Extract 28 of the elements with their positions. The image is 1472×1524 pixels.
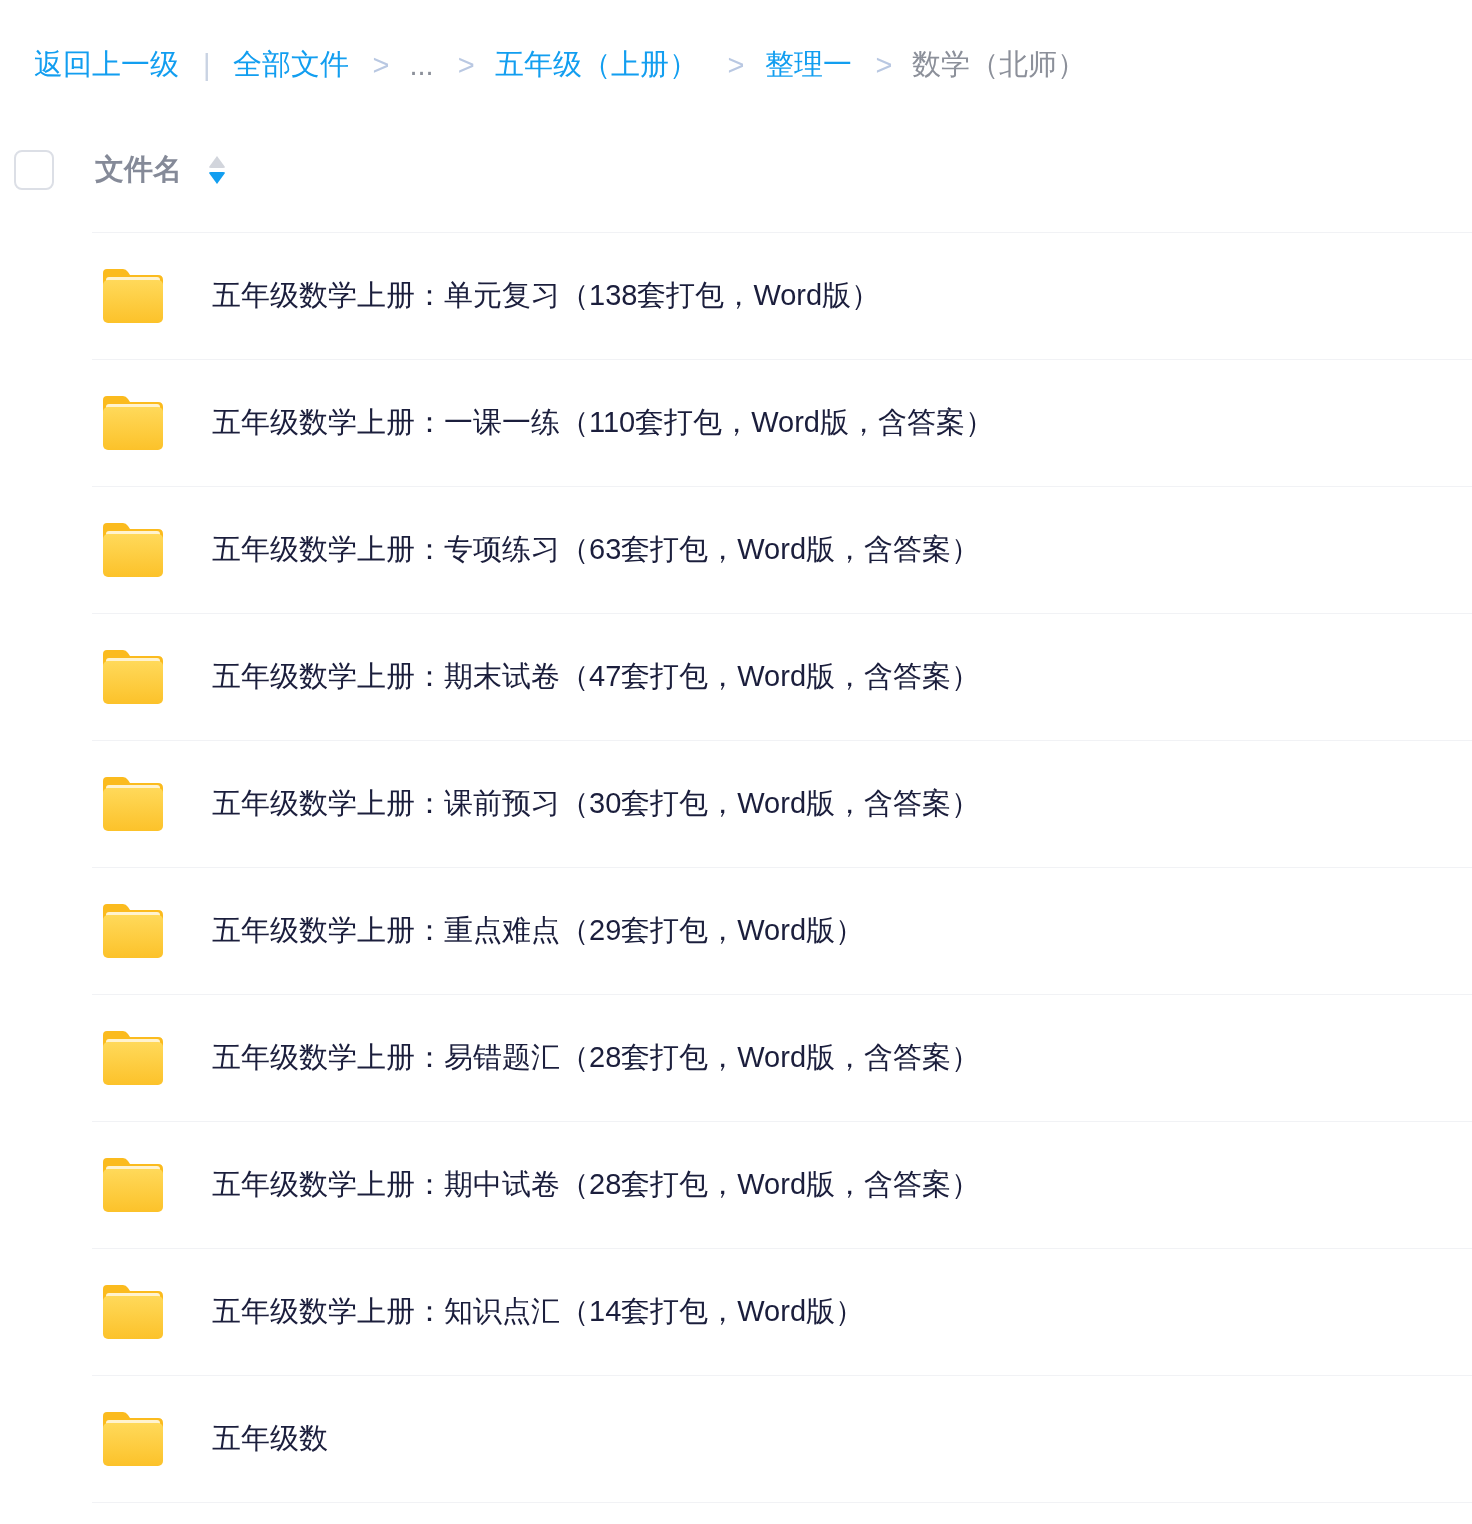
folder-icon [103, 269, 163, 323]
folder-icon [103, 650, 163, 704]
link-divider: | [203, 48, 211, 82]
chevron-separator: > [457, 48, 475, 82]
sort-icon[interactable] [208, 155, 226, 185]
folder-name[interactable]: 五年级数学上册：单元复习（138套打包，Word版） [212, 276, 881, 316]
breadcrumb-current: 数学（北师） [912, 47, 1087, 82]
folder-name[interactable]: 五年级数学上册：一课一练（110套打包，Word版，含答案） [212, 403, 994, 443]
folder-icon [103, 1031, 163, 1085]
folder-icon [103, 1412, 163, 1466]
folder-name[interactable]: 五年级数学上册：知识点汇（14套打包，Word版） [212, 1292, 865, 1332]
folder-icon [103, 904, 163, 958]
folder-name[interactable]: 五年级数学上册：期中试卷（28套打包，Word版，含答案） [212, 1165, 981, 1205]
folder-icon [103, 1158, 163, 1212]
folder-name[interactable]: 五年级数学上册：课前预习（30套打包，Word版，含答案） [212, 784, 981, 824]
folder-name[interactable]: 五年级数学上册：专项练习（63套打包，Word版，含答案） [212, 530, 981, 570]
folder-icon [103, 777, 163, 831]
folder-icon [103, 1285, 163, 1339]
folder-icon [103, 396, 163, 450]
chevron-separator: > [372, 48, 390, 82]
folder-name[interactable]: 五年级数学上册：重点难点（29套打包，Word版） [212, 911, 865, 951]
chevron-separator: > [875, 48, 893, 82]
folder-name[interactable]: 五年级数学上册：易错题汇（28套打包，Word版，含答案） [212, 1038, 981, 1078]
select-all-checkbox[interactable] [14, 150, 54, 190]
folder-name[interactable]: 五年级数学上册：期末试卷（47套打包，Word版，含答案） [212, 657, 981, 697]
folder-name[interactable]: 五年级数 [212, 1419, 328, 1459]
chevron-separator: > [727, 48, 745, 82]
folder-icon [103, 523, 163, 577]
